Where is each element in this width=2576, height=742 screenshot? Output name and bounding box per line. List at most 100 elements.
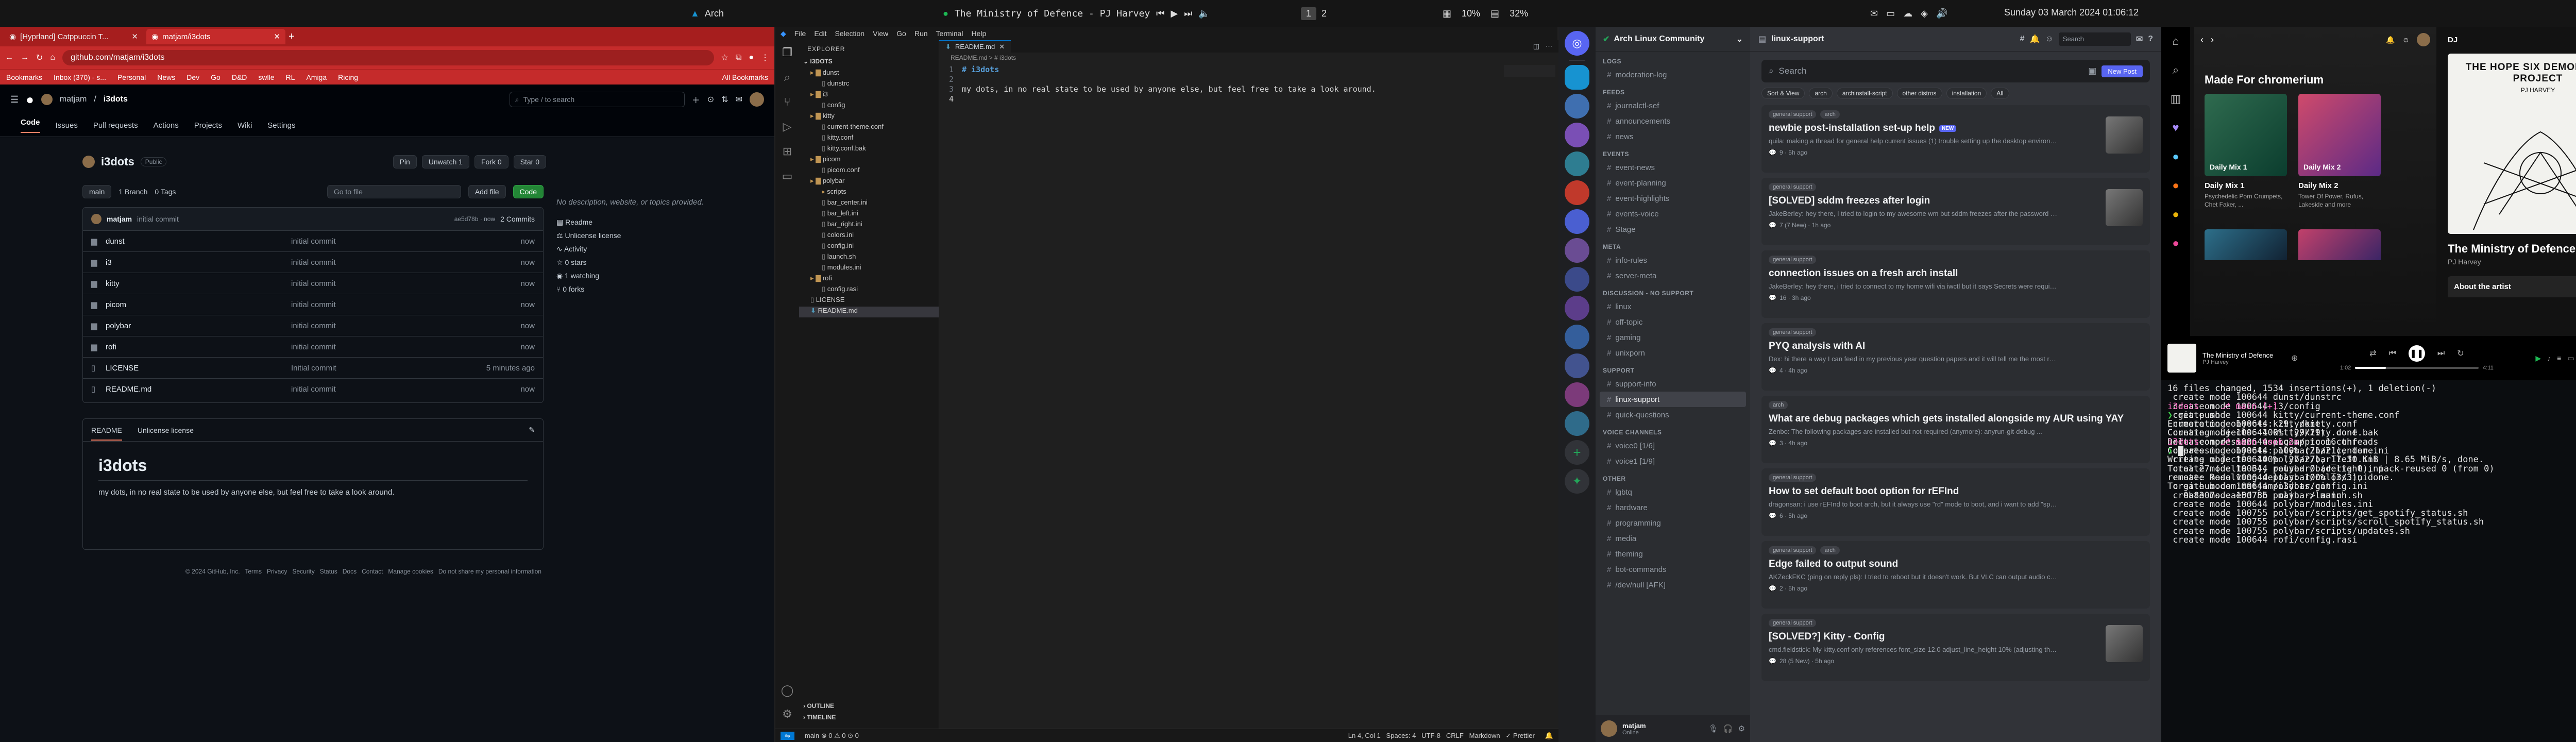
add-icon[interactable]: ⊕	[2291, 353, 2298, 363]
server-icon[interactable]	[1565, 123, 1589, 147]
speaker-icon[interactable]: 🔊	[1936, 8, 1947, 19]
file-commit[interactable]: initial commit	[291, 279, 520, 288]
forum-post[interactable]: general support arch Edge failed to output…	[1761, 541, 2150, 609]
go-to-file-input[interactable]: Go to file	[327, 185, 461, 198]
post-title[interactable]: connection issues on a fresh arch instal…	[1769, 268, 1958, 279]
about-forks[interactable]: ⑂ 0 forks	[556, 282, 711, 296]
device-icon[interactable]: ▭	[2567, 354, 2574, 363]
run-icon[interactable]: ▷	[775, 114, 799, 139]
channel-category[interactable]: SUPPORT	[1596, 361, 1750, 376]
tab-actions[interactable]: Actions	[154, 121, 179, 130]
branch-status[interactable]: main ⊗ 0 ⚠ 0 ⊙ 0	[805, 732, 859, 740]
gear-icon[interactable]: ⚙	[1738, 724, 1745, 733]
file-commit[interactable]: Initial commit	[291, 364, 486, 373]
channel-item[interactable]: # journalctl-sef	[1596, 98, 1750, 113]
file-commit[interactable]: initial commit	[291, 237, 520, 246]
forum-post[interactable]: general support PYQ analysis with AI Dex: …	[1761, 323, 2150, 391]
forum-search-bar[interactable]: ⌕ Search ▣ New Post	[1761, 60, 2150, 82]
channel-item[interactable]: # bot-commands	[1596, 562, 1750, 577]
server-icon[interactable]	[1565, 238, 1589, 263]
post-title[interactable]: How to set default boot option for rEFIn…	[1769, 486, 1959, 497]
tree-item[interactable]: ▯ colors.ini	[799, 231, 939, 242]
server-icon[interactable]	[1565, 94, 1589, 119]
extensions-icon[interactable]: ⊞	[775, 139, 799, 164]
bell-icon[interactable]: 🔔	[2386, 36, 2395, 44]
cloud-icon[interactable]: ☁	[1903, 8, 1912, 19]
filter-chip[interactable]: arch	[1809, 88, 1833, 99]
liked-icon[interactable]: ♥	[2161, 113, 2190, 142]
menu-file[interactable]: File	[794, 29, 806, 38]
address-input[interactable]: github.com/matjam/i3dots	[62, 50, 714, 65]
bookmark[interactable]: D&D	[232, 73, 247, 81]
playlist-icon[interactable]: ●	[2161, 229, 2190, 258]
filter-chip[interactable]: archinstall-script	[1836, 88, 1893, 99]
now-playing-widget[interactable]: ● The Ministry of Defence - PJ Harvey ⏮ …	[943, 0, 1210, 27]
about-readme[interactable]: ▤ Readme	[556, 215, 711, 229]
filter-chip[interactable]: installation	[1946, 88, 1987, 99]
channel-item[interactable]: # hardware	[1596, 500, 1750, 515]
forward-icon[interactable]: →	[21, 53, 29, 62]
file-commit[interactable]: initial commit	[291, 343, 520, 351]
monitor-icon[interactable]: ▭	[1886, 8, 1895, 19]
remote-indicator[interactable]: ⇋	[781, 731, 794, 740]
close-icon[interactable]: ✕	[999, 43, 1005, 51]
player-cover[interactable]	[2167, 344, 2196, 373]
owner-link[interactable]: matjam	[60, 95, 87, 104]
channel-item[interactable]: # off-topic	[1596, 314, 1750, 330]
file-commit[interactable]: initial commit	[291, 300, 520, 309]
commit-author[interactable]: matjam	[107, 215, 132, 223]
close-icon[interactable]: ✕	[274, 32, 280, 41]
server-icon[interactable]	[1565, 151, 1589, 176]
remote-icon[interactable]: ▭	[775, 164, 799, 189]
edit-icon[interactable]: ✎	[529, 426, 535, 434]
mix-cover[interactable]	[2298, 229, 2381, 260]
tab-code[interactable]: Code	[21, 118, 40, 133]
server-icon[interactable]	[1565, 296, 1589, 321]
tab-pull-requests[interactable]: Pull requests	[93, 121, 138, 130]
tab-i3dots[interactable]: ◉ matjam/i3dots ✕	[146, 29, 285, 44]
new-tab-icon[interactable]: +	[289, 31, 295, 43]
account-icon[interactable]: ◯	[775, 678, 799, 703]
server-icon[interactable]	[1565, 267, 1589, 292]
header-search-input[interactable]: Search	[2058, 32, 2131, 46]
bookmark[interactable]: Dev	[187, 73, 199, 81]
channel-item[interactable]: # linux	[1596, 299, 1750, 314]
bookmark[interactable]: Inbox (370) - s...	[54, 73, 106, 81]
menu-edit[interactable]: Edit	[814, 29, 826, 38]
server-icon[interactable]	[1565, 325, 1589, 349]
branch-count[interactable]: 1 Branch	[118, 188, 147, 196]
file-name[interactable]: polybar	[106, 322, 291, 330]
unwatch-button[interactable]: Unwatch 1	[421, 155, 469, 168]
mic-icon[interactable]: 🎙	[1708, 724, 1718, 733]
forum-post[interactable]: general support arch newbie post-installat…	[1761, 105, 2150, 173]
tree-item[interactable]: ▯ picom.conf	[799, 166, 939, 177]
branch-select[interactable]: main	[82, 185, 112, 198]
channel-category[interactable]: OTHER	[1596, 469, 1750, 484]
tag-count[interactable]: 0 Tags	[155, 188, 176, 196]
search-icon[interactable]: ⌕	[2161, 56, 2190, 85]
playlist-icon[interactable]: ●	[2161, 171, 2190, 200]
forum-post[interactable]: general support How to set default boot o…	[1761, 468, 2150, 536]
file-commit[interactable]: initial commit	[291, 258, 520, 267]
channel-item[interactable]: # linux-support	[1600, 392, 1746, 407]
bookmark[interactable]: Bookmarks	[6, 73, 42, 81]
explore-icon[interactable]: ✦	[1565, 469, 1589, 494]
new-post-button[interactable]: New Post	[2102, 65, 2143, 77]
prev-icon[interactable]: ⏮	[1156, 8, 1164, 19]
tree-item[interactable]: ▸ ▇ i3	[799, 90, 939, 101]
server-arch-icon[interactable]	[1565, 65, 1589, 90]
menu-view[interactable]: View	[873, 29, 888, 38]
prev-icon[interactable]: ⏮	[2388, 349, 2396, 358]
filter-chip[interactable]: All	[1991, 88, 2009, 99]
table-row[interactable]: ▯ LICENSE Initial commit 5 minutes ago	[83, 357, 543, 378]
channel-item[interactable]: # media	[1596, 531, 1750, 546]
channel-item[interactable]: # unixporn	[1596, 345, 1750, 361]
menu-run[interactable]: Run	[914, 29, 928, 38]
friends-icon[interactable]: ☺	[2402, 36, 2410, 44]
back-icon[interactable]: ←	[5, 53, 13, 62]
post-title[interactable]: [SOLVED] sddm freezes after login	[1769, 195, 1930, 207]
search-icon[interactable]: ⌕	[775, 65, 799, 90]
channel-item[interactable]: # moderation-log	[1596, 67, 1750, 82]
now-playing-view-icon[interactable]: ▶	[2535, 354, 2541, 363]
menu-help[interactable]: Help	[971, 29, 986, 38]
